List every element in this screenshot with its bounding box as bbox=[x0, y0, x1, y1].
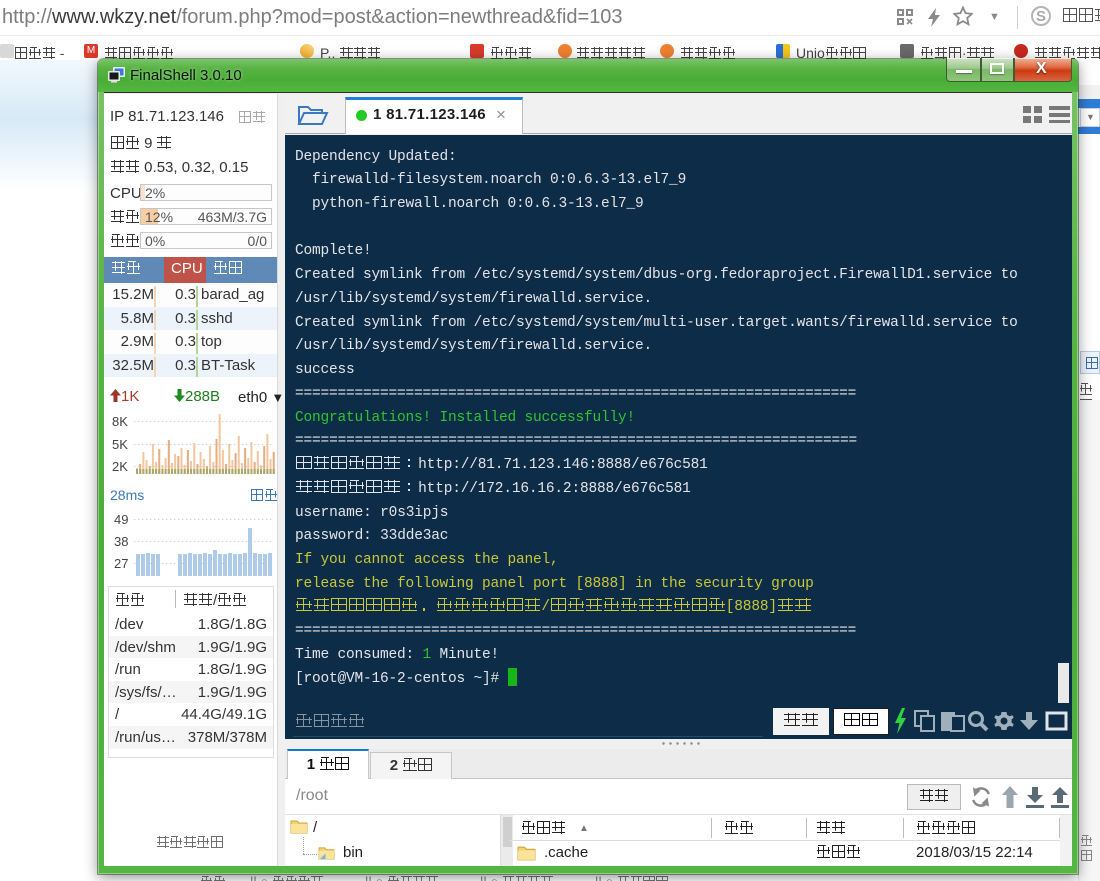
svg-text:38: 38 bbox=[114, 534, 128, 549]
svg-text:27: 27 bbox=[114, 556, 128, 571]
svg-text:49: 49 bbox=[114, 512, 128, 527]
svg-text:8K: 8K bbox=[112, 414, 128, 429]
svg-text:2K: 2K bbox=[112, 459, 128, 474]
svg-text:5K: 5K bbox=[112, 437, 128, 452]
